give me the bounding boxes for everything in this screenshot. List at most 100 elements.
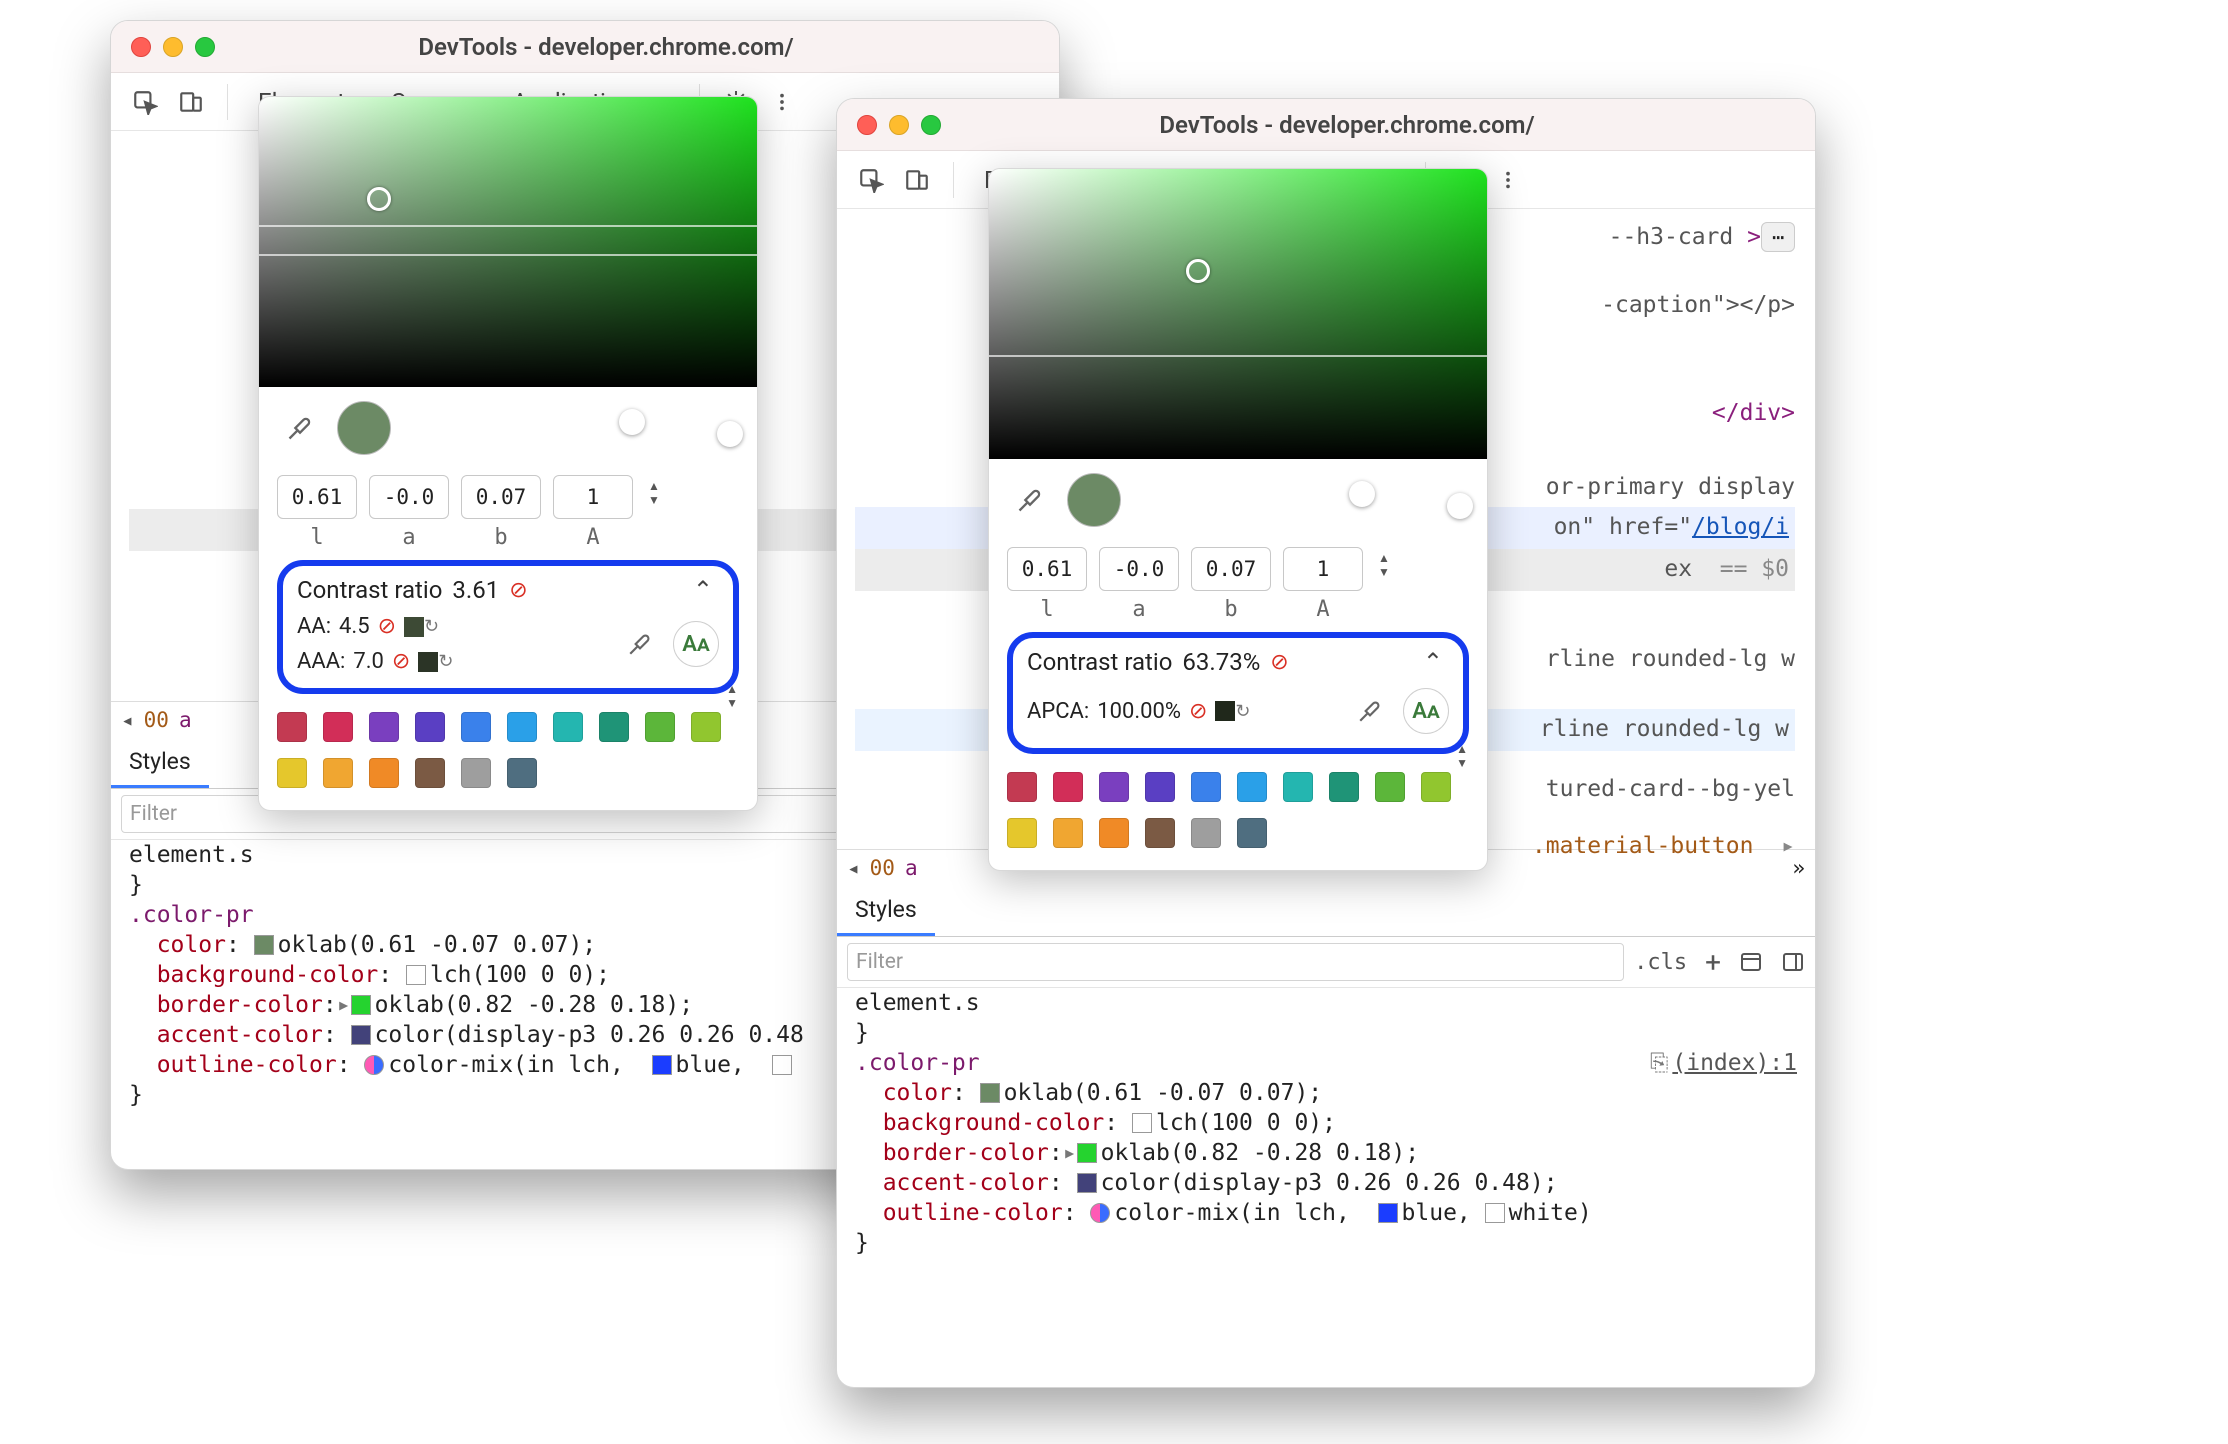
alpha-input[interactable]: 1 bbox=[1283, 547, 1363, 591]
palette-swatch[interactable] bbox=[369, 712, 399, 742]
device-toggle-icon[interactable] bbox=[897, 160, 937, 200]
computed-panel-icon[interactable] bbox=[1739, 950, 1763, 974]
palette-swatch[interactable] bbox=[507, 712, 537, 742]
device-toggle-icon[interactable] bbox=[171, 82, 211, 122]
a-input[interactable]: -0.0 bbox=[1099, 547, 1179, 591]
href-link[interactable]: /blog/i bbox=[1692, 514, 1789, 540]
swatch-fix-icon[interactable]: ↻ bbox=[404, 616, 439, 637]
l-input[interactable]: 0.61 bbox=[1007, 547, 1087, 591]
palette-swatch[interactable] bbox=[599, 712, 629, 742]
swatch-fix-icon[interactable]: ↻ bbox=[418, 651, 453, 672]
palette-swatch[interactable] bbox=[277, 712, 307, 742]
eyedropper-icon[interactable] bbox=[1007, 477, 1053, 523]
css-declaration[interactable]: outline-color: color-mix(in lch, blue, w… bbox=[837, 1198, 1815, 1228]
tab-styles[interactable]: Styles bbox=[837, 886, 935, 936]
alpha-input[interactable]: 1 bbox=[553, 475, 633, 519]
fail-icon: ⊘ bbox=[392, 649, 410, 674]
palette bbox=[259, 708, 739, 810]
maximize-window[interactable] bbox=[195, 37, 215, 57]
contrast-label: Contrast ratio bbox=[297, 576, 442, 604]
eyedropper-icon[interactable] bbox=[1347, 688, 1393, 734]
close-window[interactable] bbox=[857, 115, 877, 135]
aa-preview-button[interactable]: Aa bbox=[1403, 688, 1449, 734]
eyedropper-icon[interactable] bbox=[277, 405, 323, 451]
source-link[interactable]: (index):1 bbox=[1672, 1050, 1797, 1076]
cls-toggle[interactable]: .cls bbox=[1634, 950, 1687, 975]
aa-preview-button[interactable]: Aa bbox=[673, 621, 719, 667]
palette-swatch[interactable] bbox=[323, 712, 353, 742]
swatch-fix-icon[interactable]: ↻ bbox=[1215, 701, 1250, 722]
palette-swatch[interactable] bbox=[415, 712, 445, 742]
palette-swatch[interactable] bbox=[1283, 772, 1313, 802]
filter-bar: Filter .cls + bbox=[837, 937, 1815, 988]
minimize-window[interactable] bbox=[163, 37, 183, 57]
palette-swatch[interactable] bbox=[323, 758, 353, 788]
palette-swatch[interactable] bbox=[1145, 818, 1175, 848]
minimize-window[interactable] bbox=[889, 115, 909, 135]
breadcrumb-item[interactable]: a bbox=[179, 708, 192, 732]
inspect-icon[interactable] bbox=[125, 82, 165, 122]
kebab-menu-icon[interactable] bbox=[1488, 160, 1528, 200]
palette-swatch[interactable] bbox=[553, 712, 583, 742]
b-input[interactable]: 0.07 bbox=[461, 475, 541, 519]
palette-swatch[interactable] bbox=[1191, 818, 1221, 848]
maximize-window[interactable] bbox=[921, 115, 941, 135]
palette-swatch[interactable] bbox=[507, 758, 537, 788]
palette-swatch[interactable] bbox=[1421, 772, 1451, 802]
css-declaration[interactable]: accent-color: color(display-p3 0.26 0.26… bbox=[837, 1168, 1815, 1198]
spectrum[interactable] bbox=[989, 169, 1487, 459]
palette-swatch[interactable] bbox=[461, 758, 491, 788]
palette-swatch[interactable] bbox=[691, 712, 721, 742]
l-input[interactable]: 0.61 bbox=[277, 475, 357, 519]
inspect-icon[interactable] bbox=[851, 160, 891, 200]
code-text: --h3-card bbox=[1609, 224, 1734, 250]
palette-swatch[interactable] bbox=[1237, 818, 1267, 848]
palette-swatch[interactable] bbox=[1375, 772, 1405, 802]
filter-input[interactable]: Filter bbox=[847, 943, 1624, 981]
b-input[interactable]: 0.07 bbox=[1191, 547, 1271, 591]
close-window[interactable] bbox=[131, 37, 151, 57]
rule-selector: .color-pr bbox=[855, 1050, 980, 1076]
add-rule-icon[interactable]: + bbox=[1705, 946, 1721, 979]
palette-swatch[interactable] bbox=[461, 712, 491, 742]
kebab-menu-icon[interactable] bbox=[762, 82, 802, 122]
traffic-lights bbox=[131, 37, 215, 57]
fail-icon: ⊘ bbox=[509, 578, 527, 603]
copy-icon[interactable]: ⎘ bbox=[1650, 1050, 1668, 1076]
tab-styles[interactable]: Styles bbox=[111, 738, 209, 788]
collapse-icon[interactable]: ⌃ bbox=[1417, 648, 1449, 676]
css-declaration[interactable]: border-color:▸oklab(0.82 -0.28 0.18); bbox=[837, 1138, 1815, 1168]
styles-tabstrip: Styles bbox=[837, 886, 1815, 937]
breadcrumb-item[interactable]: 00 bbox=[144, 708, 169, 732]
format-stepper[interactable]: ▲▼ bbox=[1375, 547, 1393, 583]
palette-swatch[interactable] bbox=[1191, 772, 1221, 802]
palette-swatch[interactable] bbox=[1099, 772, 1129, 802]
a-input[interactable]: -0.0 bbox=[369, 475, 449, 519]
breadcrumb-item[interactable]: a bbox=[905, 856, 918, 880]
palette-stepper[interactable]: ▲▼ bbox=[1453, 738, 1471, 774]
css-declaration[interactable]: color: oklab(0.61 -0.07 0.07); bbox=[837, 1078, 1815, 1108]
palette-swatch[interactable] bbox=[415, 758, 445, 788]
palette-swatch[interactable] bbox=[1007, 772, 1037, 802]
palette-stepper[interactable]: ▲▼ bbox=[723, 678, 741, 714]
palette-swatch[interactable] bbox=[1053, 772, 1083, 802]
fail-icon: ⊘ bbox=[378, 614, 396, 639]
spectrum[interactable] bbox=[259, 97, 757, 387]
more-tabs-icon[interactable]: » bbox=[1792, 856, 1805, 880]
css-declaration[interactable]: background-color: lch(100 0 0); bbox=[837, 1108, 1815, 1138]
palette-swatch[interactable] bbox=[1053, 818, 1083, 848]
collapse-icon[interactable]: ⌃ bbox=[687, 576, 719, 604]
contrast-value: 3.61 bbox=[452, 576, 499, 604]
breadcrumb-item[interactable]: 00 bbox=[870, 856, 895, 880]
sidebar-toggle-icon[interactable] bbox=[1781, 950, 1805, 974]
format-stepper[interactable]: ▲▼ bbox=[645, 475, 663, 511]
palette-swatch[interactable] bbox=[1145, 772, 1175, 802]
eyedropper-icon[interactable] bbox=[617, 621, 663, 667]
palette-swatch[interactable] bbox=[645, 712, 675, 742]
palette-swatch[interactable] bbox=[1099, 818, 1129, 848]
palette-swatch[interactable] bbox=[1237, 772, 1267, 802]
palette-swatch[interactable] bbox=[1007, 818, 1037, 848]
palette-swatch[interactable] bbox=[369, 758, 399, 788]
palette-swatch[interactable] bbox=[1329, 772, 1359, 802]
palette-swatch[interactable] bbox=[277, 758, 307, 788]
